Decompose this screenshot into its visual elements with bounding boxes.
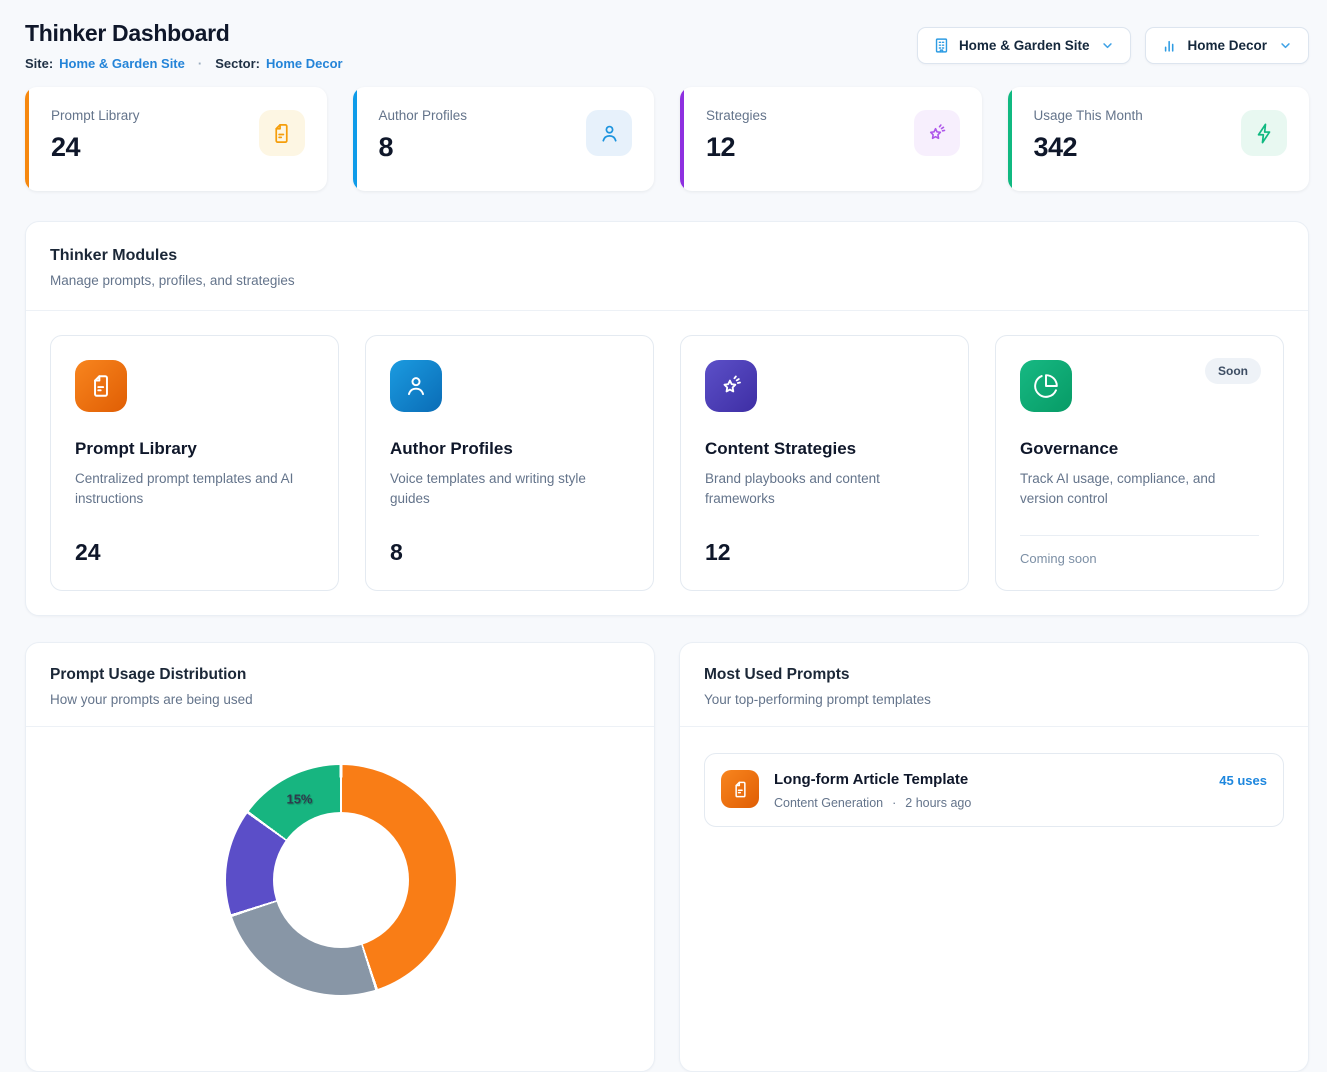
site-link[interactable]: Home & Garden Site — [59, 56, 185, 71]
prompts-card-title: Most Used Prompts — [704, 666, 1284, 684]
panel-header: Thinker Modules Manage prompts, profiles… — [26, 222, 1308, 310]
module-card-prompt-library[interactable]: Prompt Library Centralized prompt templa… — [50, 335, 339, 591]
chevron-down-icon — [1278, 38, 1293, 53]
modules-grid: Prompt Library Centralized prompt templa… — [26, 311, 1308, 615]
stat-card-prompt-library: Prompt Library 24 — [25, 87, 327, 191]
prompts-card-header: Most Used Prompts Your top-performing pr… — [680, 643, 1308, 726]
user-icon — [586, 110, 632, 156]
module-title: Governance — [1020, 439, 1259, 459]
sector-link[interactable]: Home Decor — [266, 56, 343, 71]
separator-dot: · — [892, 796, 896, 810]
prompt-title: Long-form Article Template — [774, 771, 971, 788]
chart-area: 15% — [26, 727, 654, 1067]
module-stat: 12 — [705, 539, 944, 566]
prompt-category: Content Generation — [774, 796, 883, 810]
donut-segment-label: 15% — [286, 791, 312, 806]
user-icon — [390, 360, 442, 412]
chart-card-title: Prompt Usage Distribution — [50, 666, 630, 684]
most-used-prompts-card: Most Used Prompts Your top-performing pr… — [679, 642, 1309, 1072]
prompt-timestamp: 2 hours ago — [905, 796, 971, 810]
site-selector-label: Home & Garden Site — [959, 38, 1090, 53]
stat-value: 342 — [1034, 132, 1143, 163]
coming-soon-text: Coming soon — [1020, 551, 1259, 566]
module-title: Author Profiles — [390, 439, 629, 459]
stat-value: 8 — [379, 132, 468, 163]
bottom-row: Prompt Usage Distribution How your promp… — [25, 642, 1309, 1072]
module-card-governance[interactable]: Soon Governance Track AI usage, complian… — [995, 335, 1284, 591]
site-sector-line: Site: Home & Garden Site · Sector: Home … — [25, 56, 343, 71]
stat-label: Prompt Library — [51, 108, 140, 123]
separator-dot: · — [198, 56, 202, 71]
sector-label: Sector: — [215, 56, 260, 71]
module-card-author-profiles[interactable]: Author Profiles Voice templates and writ… — [365, 335, 654, 591]
prompt-list-item[interactable]: Long-form Article Template Content Gener… — [704, 753, 1284, 827]
module-stat: 8 — [390, 539, 629, 566]
document-icon — [75, 360, 127, 412]
stat-label: Author Profiles — [379, 108, 468, 123]
sparkle-star-icon — [914, 110, 960, 156]
module-title: Content Strategies — [705, 439, 944, 459]
donut-hole — [273, 812, 409, 948]
stat-value: 24 — [51, 132, 140, 163]
module-description: Voice templates and writing style guides — [390, 469, 629, 510]
pie-chart-icon — [1020, 360, 1072, 412]
document-icon — [721, 770, 759, 808]
soon-badge: Soon — [1205, 358, 1261, 384]
module-description: Track AI usage, compliance, and version … — [1020, 469, 1259, 510]
stat-card-author-profiles: Author Profiles 8 — [353, 87, 655, 191]
bar-chart-icon — [1161, 37, 1178, 54]
building-icon — [933, 37, 950, 54]
site-label: Site: — [25, 56, 53, 71]
panel-title: Thinker Modules — [50, 247, 1284, 265]
module-description: Centralized prompt templates and AI inst… — [75, 469, 314, 510]
sector-selector-dropdown[interactable]: Home Decor — [1145, 27, 1309, 64]
module-description: Brand playbooks and content frameworks — [705, 469, 944, 510]
module-stat: 24 — [75, 539, 314, 566]
chart-card-subtitle: How your prompts are being used — [50, 692, 630, 707]
prompt-uses-badge: 45 uses — [1219, 773, 1267, 788]
stats-row: Prompt Library 24 Author Profiles 8 — [25, 87, 1309, 191]
header-titles: Thinker Dashboard Site: Home & Garden Si… — [25, 20, 343, 71]
donut-chart[interactable]: 15% — [226, 765, 456, 995]
stat-card-usage: Usage This Month 342 — [1008, 87, 1310, 191]
stat-label: Usage This Month — [1034, 108, 1143, 123]
stat-label: Strategies — [706, 108, 767, 123]
page-header: Thinker Dashboard Site: Home & Garden Si… — [25, 20, 1309, 71]
dashboard-page: Thinker Dashboard Site: Home & Garden Si… — [0, 0, 1327, 1072]
stat-value: 12 — [706, 132, 767, 163]
sparkle-star-icon — [705, 360, 757, 412]
module-divider — [1020, 535, 1259, 536]
site-selector-dropdown[interactable]: Home & Garden Site — [917, 27, 1132, 64]
thinker-modules-panel: Thinker Modules Manage prompts, profiles… — [25, 221, 1309, 616]
panel-subtitle: Manage prompts, profiles, and strategies — [50, 273, 1284, 288]
sector-selector-label: Home Decor — [1187, 38, 1267, 53]
document-icon — [259, 110, 305, 156]
prompt-list: Long-form Article Template Content Gener… — [680, 727, 1308, 853]
prompt-meta: Content Generation · 2 hours ago — [774, 796, 971, 810]
module-card-content-strategies[interactable]: Content Strategies Brand playbooks and c… — [680, 335, 969, 591]
stat-card-strategies: Strategies 12 — [680, 87, 982, 191]
prompt-usage-distribution-card: Prompt Usage Distribution How your promp… — [25, 642, 655, 1072]
header-selectors: Home & Garden Site Home Decor — [917, 27, 1309, 64]
prompts-card-subtitle: Your top-performing prompt templates — [704, 692, 1284, 707]
page-title: Thinker Dashboard — [25, 20, 343, 47]
chart-card-header: Prompt Usage Distribution How your promp… — [26, 643, 654, 726]
zap-icon — [1241, 110, 1287, 156]
chevron-down-icon — [1100, 38, 1115, 53]
module-title: Prompt Library — [75, 439, 314, 459]
